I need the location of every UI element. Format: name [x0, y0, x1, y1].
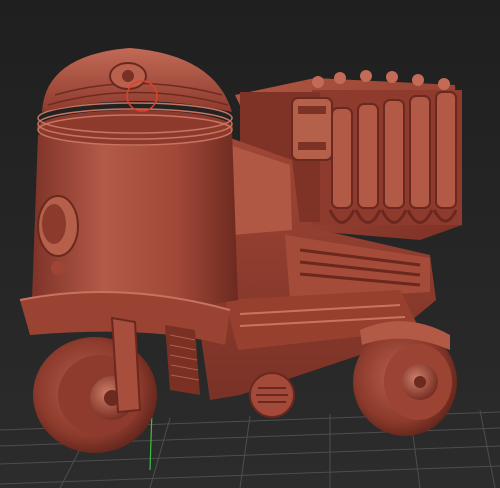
- front-wheel: [33, 316, 157, 453]
- render-scene: [0, 48, 500, 488]
- rear-wheel: [353, 321, 457, 436]
- 3d-viewport[interactable]: [0, 0, 500, 488]
- side-grille: [165, 325, 200, 395]
- hinge-block: [291, 97, 333, 161]
- side-badge: [249, 372, 295, 418]
